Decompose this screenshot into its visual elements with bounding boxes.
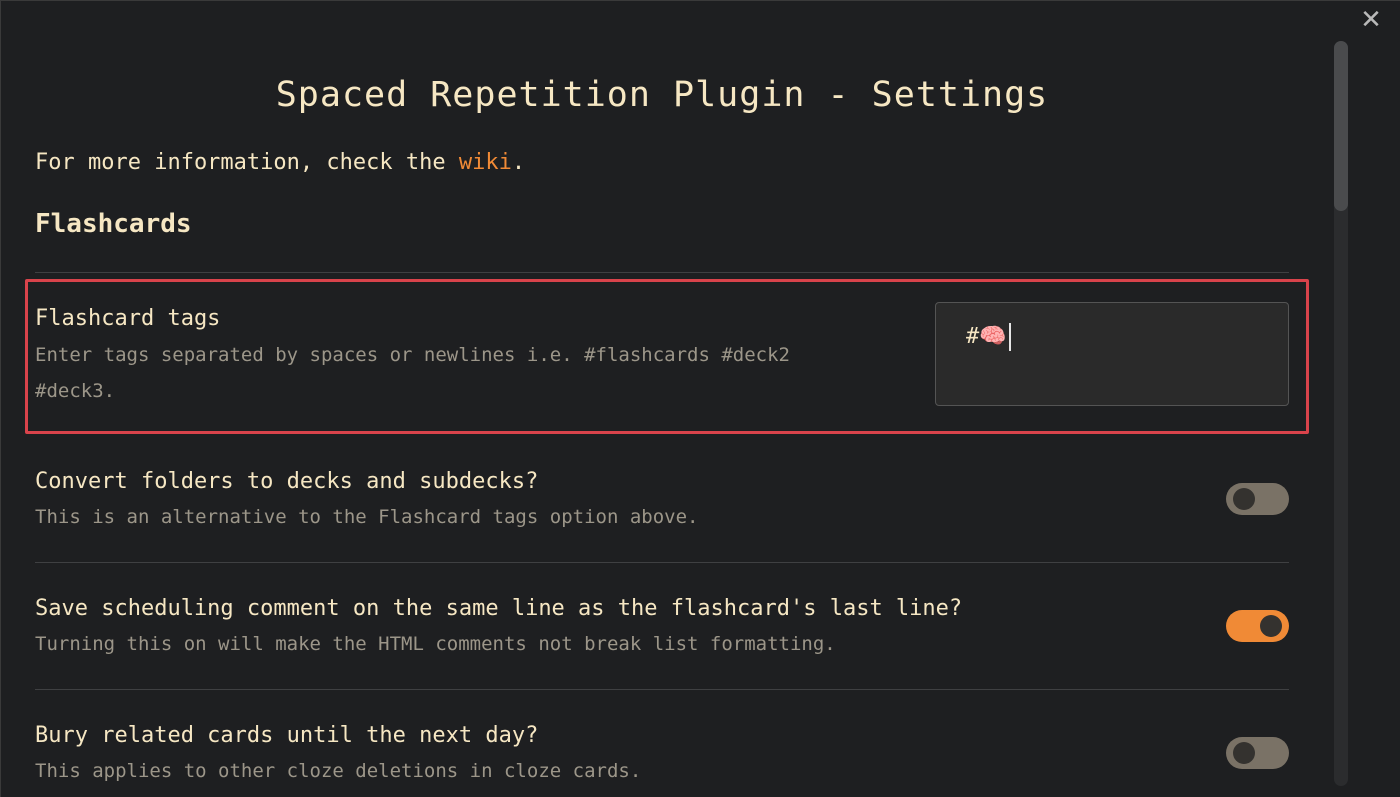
toggle-bury-related-cards[interactable]: [1226, 737, 1289, 769]
scroll-thumb[interactable]: [1334, 41, 1348, 211]
toggle-knob: [1233, 488, 1255, 510]
info-line: For more information, check the wiki.: [35, 150, 525, 175]
toggle-knob: [1233, 742, 1255, 764]
divider: [35, 689, 1289, 690]
scrollbar[interactable]: [1334, 41, 1348, 786]
setting-name-save-scheduling-comment: Save scheduling comment on the same line…: [35, 596, 963, 621]
toggle-convert-folders[interactable]: [1226, 483, 1289, 515]
setting-desc-convert-folders: This is an alternative to the Flashcard …: [35, 506, 699, 528]
text-caret: [1008, 323, 1011, 351]
setting-name-convert-folders: Convert folders to decks and subdecks?: [35, 469, 539, 494]
setting-name-bury-related-cards: Bury related cards until the next day?: [35, 723, 539, 748]
divider: [35, 272, 1289, 273]
section-heading-flashcards: Flashcards: [35, 209, 192, 239]
settings-modal: ✕ Spaced Repetition Plugin - Settings Fo…: [0, 0, 1400, 797]
page-title: Spaced Repetition Plugin - Settings: [275, 75, 1049, 115]
setting-desc-save-scheduling-comment: Turning this on will make the HTML comme…: [35, 633, 836, 655]
toggle-knob: [1260, 615, 1282, 637]
toggle-save-scheduling-comment[interactable]: [1226, 610, 1289, 642]
flashcard-tags-value: #🧠: [966, 324, 1007, 349]
divider: [35, 562, 1289, 563]
close-icon[interactable]: ✕: [1358, 7, 1384, 33]
wiki-link[interactable]: wiki: [459, 150, 512, 175]
flashcard-tags-textarea[interactable]: #🧠: [935, 302, 1289, 406]
info-suffix: .: [511, 150, 526, 175]
info-prefix: For more information, check the: [35, 150, 459, 175]
setting-desc-bury-related-cards: This applies to other cloze deletions in…: [35, 760, 642, 782]
